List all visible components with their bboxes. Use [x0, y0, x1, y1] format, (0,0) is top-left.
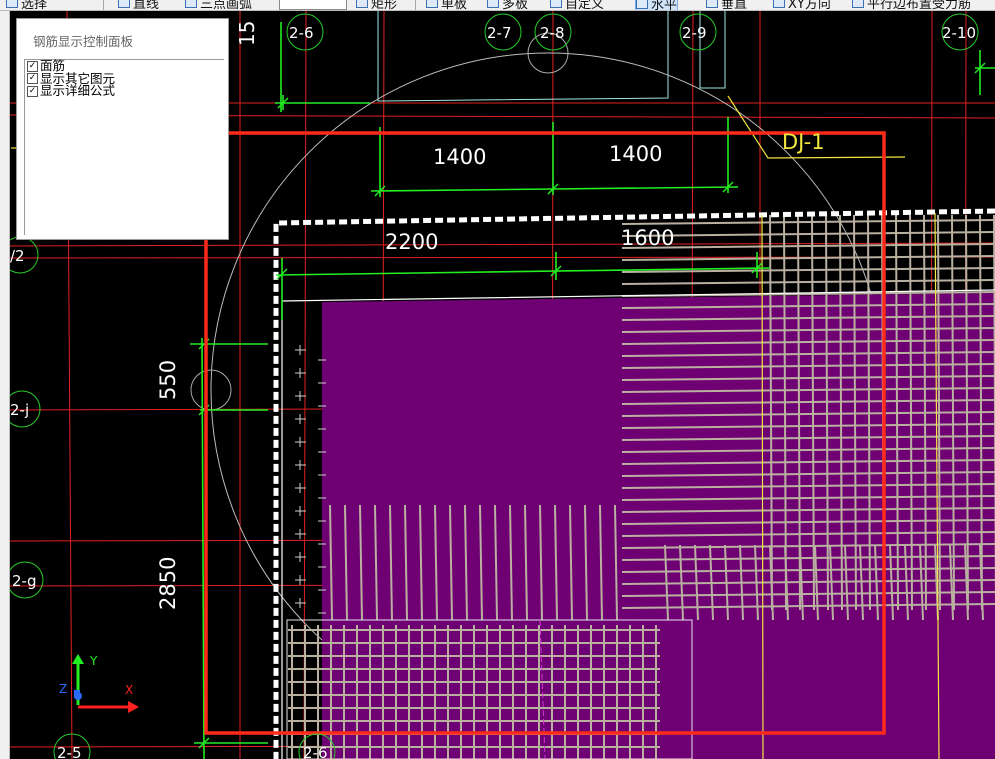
toolbar-input-box[interactable]: [279, 0, 347, 10]
ucs-x-label: X: [125, 683, 133, 697]
panel-options-list: ✓ 面筋 ✓ 显示其它图元 ✓ 显示详细公式: [24, 59, 224, 235]
checkbox-checked-icon[interactable]: ✓: [27, 85, 38, 97]
axis-label: 2-j: [10, 401, 29, 419]
dim-text-2850: 2850: [156, 557, 180, 610]
axis-label: 2-6: [303, 744, 328, 759]
axis-label: /2: [10, 247, 25, 265]
dim-text-550: 550: [156, 360, 180, 400]
toolbar-item-horizontal[interactable]: 水平: [635, 0, 679, 10]
vertical-icon: [706, 0, 718, 8]
horizontal-icon: [636, 0, 648, 9]
axis-label: 2-5: [57, 744, 82, 759]
arc-icon: [185, 0, 197, 8]
axis-label: 2-6: [289, 24, 314, 42]
axis-label-partial-top: 15: [235, 21, 259, 46]
rebar-display-panel: 钢筋显示控制面板 ✓ 面筋 ✓ 显示其它图元 ✓ 显示详细公式: [16, 18, 229, 240]
pointer-icon: [6, 0, 18, 8]
axis-label: 2-7: [487, 24, 512, 42]
checkbox-checked-icon[interactable]: ✓: [27, 60, 38, 72]
ucs-z-label: Z: [59, 682, 67, 696]
toolbar-item-single-slab[interactable]: 单板: [426, 0, 467, 10]
rectangle-icon: [356, 0, 368, 8]
single-slab-icon: [426, 0, 438, 8]
axis-label: 2-10: [942, 24, 976, 42]
footing-label-dj1: DJ-1: [782, 130, 825, 154]
multi-slab-icon: [487, 0, 499, 8]
dim-text-2200: 2200: [385, 230, 438, 254]
toolbar-item-custom[interactable]: 自定义: [550, 0, 604, 10]
toolbar: 选择 直线 三点画弧 矩形 单板 多板 自定义 水平 垂直 XY方向 平行边布置…: [0, 0, 995, 11]
toolbar-item-xy-direction[interactable]: XY方向: [773, 0, 831, 10]
axis-label: 2-9: [682, 24, 707, 42]
toolbar-item-multi-slab[interactable]: 多板: [487, 0, 528, 10]
toolbar-item-line[interactable]: 直线: [118, 0, 159, 10]
option-show-detailed-formula[interactable]: ✓ 显示详细公式: [25, 85, 224, 98]
panel-title: 钢筋显示控制面板: [33, 34, 134, 49]
axis-label: 2-8: [540, 24, 565, 42]
parallel-edge-icon: [852, 0, 864, 8]
ucs-y-label: Y: [89, 654, 98, 668]
custom-icon: [550, 0, 562, 8]
dim-text-1400-right: 1400: [609, 142, 662, 166]
toolbar-item-rectangle[interactable]: 矩形: [356, 0, 397, 10]
dim-text-1400-left: 1400: [433, 145, 486, 169]
line-icon: [118, 0, 130, 8]
checkbox-checked-icon[interactable]: ✓: [27, 73, 38, 85]
left-dock-strip: [0, 11, 10, 759]
xy-direction-icon: [773, 0, 785, 8]
toolbar-item-vertical[interactable]: 垂直: [706, 0, 747, 10]
toolbar-item-parallel-edge[interactable]: 平行边布置受力筋: [852, 0, 971, 10]
axis-label: 2-g: [12, 572, 36, 590]
dim-text-1600: 1600: [621, 226, 674, 250]
toolbar-item-select[interactable]: 选择: [6, 0, 47, 10]
toolbar-item-arc[interactable]: 三点画弧: [185, 0, 252, 10]
